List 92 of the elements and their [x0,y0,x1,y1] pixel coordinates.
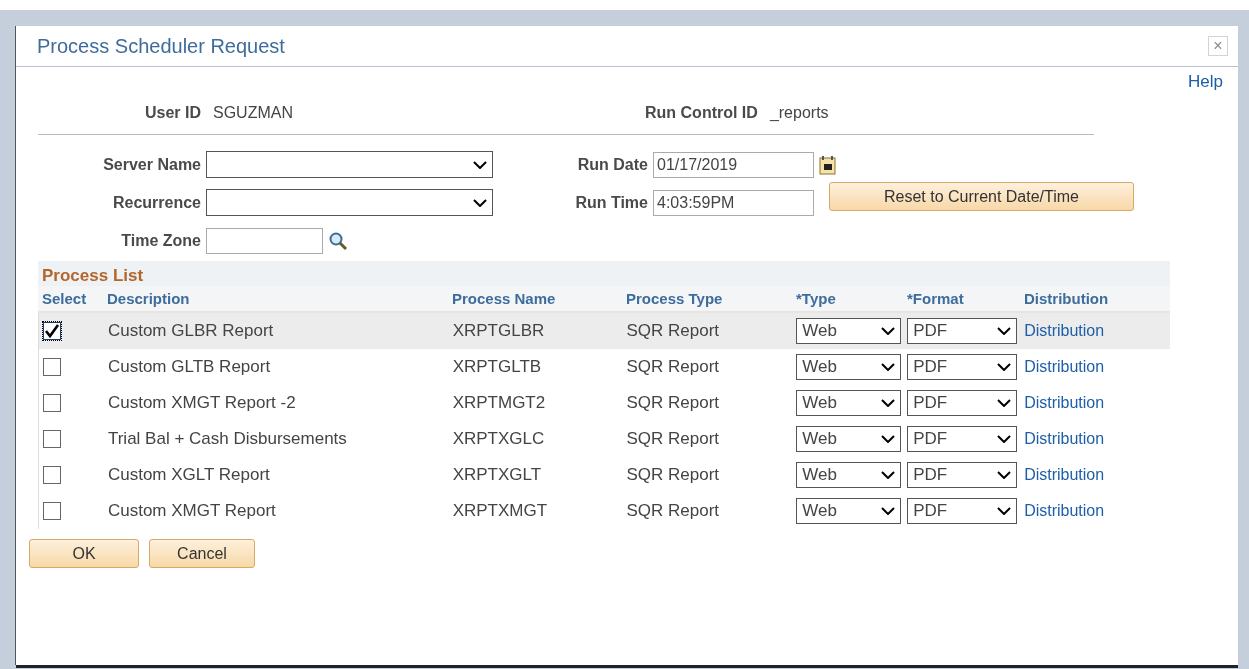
format-dropdown[interactable]: PDF [907,390,1018,416]
server-name-dropdown[interactable] [206,151,493,178]
description-cell-text: Custom XMGT Report [106,501,277,521]
caret-icon [997,507,1012,515]
process-name-cell-text: XRPTXMGT [451,501,549,521]
run-control-id-label: Run Control ID [645,104,758,122]
run-control-id-value: _reports [769,104,829,122]
description-cell-text: Custom XGLT Report [106,465,271,485]
caret-icon [881,363,896,371]
process-type-cell-text: SQR Report [625,357,721,377]
caret-icon [473,160,487,169]
dialog-title: Process Scheduler Request [37,34,285,58]
distribution-link[interactable]: Distribution [1024,466,1105,483]
table-row[interactable]: Custom XMGT Report -2 XRPTMGT2 SQR Report Web PDF Distribution [38,385,1170,421]
format-dropdown[interactable]: PDF [907,318,1018,344]
caret-icon [997,435,1012,443]
process-name-cell-text: XRPTXGLT [451,465,543,485]
dialog-button[interactable]: Cancel [149,539,255,568]
caret-icon [997,471,1012,479]
recurrence-label: Recurrence [111,193,201,212]
column-header: Select [41,290,88,307]
time-zone-field[interactable] [206,227,323,254]
caret-icon [473,198,487,207]
search-icon[interactable] [328,230,348,251]
description-cell-text: Custom GLTB Report [106,357,272,377]
recurrence-dropdown[interactable] [206,189,493,216]
run-date-label: Run Date [576,155,648,174]
select-checkbox[interactable] [43,358,61,376]
caret-icon [881,435,896,443]
caret-icon [881,399,896,407]
help-link[interactable]: Help [1188,72,1223,94]
caret-icon [997,327,1012,335]
process-type-cell-text: SQR Report [625,501,721,521]
type-dropdown[interactable]: Web [796,498,902,524]
select-checkbox[interactable] [43,502,61,520]
process-name-cell-text: XRPTGLTB [451,357,543,377]
process-name-cell-text: XRPTMGT2 [451,393,547,413]
distribution-link[interactable]: Distribution [1024,394,1105,411]
description-cell-text: Trial Bal + Cash Disbursements [106,429,348,449]
run-time-label: Run Time [574,193,648,212]
select-checkbox[interactable] [43,394,61,412]
caret-icon [997,363,1012,371]
description-cell-text: Custom GLBR Report [106,321,275,341]
column-header: Description [106,290,191,307]
select-checkbox[interactable] [43,466,61,484]
time-zone-label: Time Zone [120,231,201,250]
column-header: Process Name [451,290,557,307]
caret-icon [997,399,1012,407]
column-header: Distribution [1023,290,1110,307]
caret-icon [881,327,896,335]
caret-icon [881,471,896,479]
column-header: *Format [906,290,965,307]
type-dropdown[interactable]: Web [796,390,902,416]
table-row[interactable]: Custom GLBR Report XRPTGLBR SQR Report Web PDF Distribution [38,313,1170,349]
table-row[interactable]: Custom XMGT Report XRPTXMGT SQR Report Web PDF Distribution [38,493,1170,529]
format-dropdown[interactable]: PDF [907,462,1018,488]
table-row[interactable]: Trial Bal + Cash Disbursements XRPTXGLC SQR Report Web PDF Distribution [38,421,1170,457]
user-id-value: SGUZMAN [213,104,294,122]
format-dropdown[interactable]: PDF [907,354,1018,380]
user-id-label: User ID [143,104,201,122]
process-type-cell-text: SQR Report [625,393,721,413]
process-name-cell-text: XRPTGLBR [451,321,546,341]
calendar-icon[interactable] [819,154,837,175]
process-type-cell-text: SQR Report [625,321,721,341]
server-name-label: Server Name [102,155,201,174]
run-time-field[interactable]: 4:03:59PM [653,189,814,216]
close-button[interactable]: × [1208,36,1228,56]
reset-date-time-button[interactable]: Reset to Current Date/Time [829,182,1134,211]
distribution-link[interactable]: Distribution [1024,358,1105,375]
process-type-cell-text: SQR Report [625,429,721,449]
process-list-title: Process List [42,266,144,286]
column-header: Process Type [625,290,724,307]
format-dropdown[interactable]: PDF [907,498,1018,524]
description-cell-text: Custom XMGT Report -2 [106,393,297,413]
process-type-cell-text: SQR Report [625,465,721,485]
table-row[interactable]: Custom XGLT Report XRPTXGLT SQR Report Web PDF Distribution [38,457,1170,493]
type-dropdown[interactable]: Web [796,426,902,452]
distribution-link[interactable]: Distribution [1024,430,1105,447]
select-checkbox[interactable] [43,430,61,448]
distribution-link[interactable]: Distribution [1024,502,1105,519]
dialog-button[interactable]: OK [29,539,139,568]
run-date-field[interactable]: 01/17/2019 [653,151,814,178]
column-header: *Type [795,290,837,307]
process-name-cell-text: XRPTXGLC [451,429,546,449]
distribution-link[interactable]: Distribution [1024,322,1105,339]
type-dropdown[interactable]: Web [796,318,902,344]
type-dropdown[interactable]: Web [796,462,902,488]
caret-icon [881,507,896,515]
format-dropdown[interactable]: PDF [907,426,1018,452]
select-checkbox[interactable] [43,322,61,340]
type-dropdown[interactable]: Web [796,354,902,380]
table-row[interactable]: Custom GLTB Report XRPTGLTB SQR Report Web PDF Distribution [38,349,1170,385]
